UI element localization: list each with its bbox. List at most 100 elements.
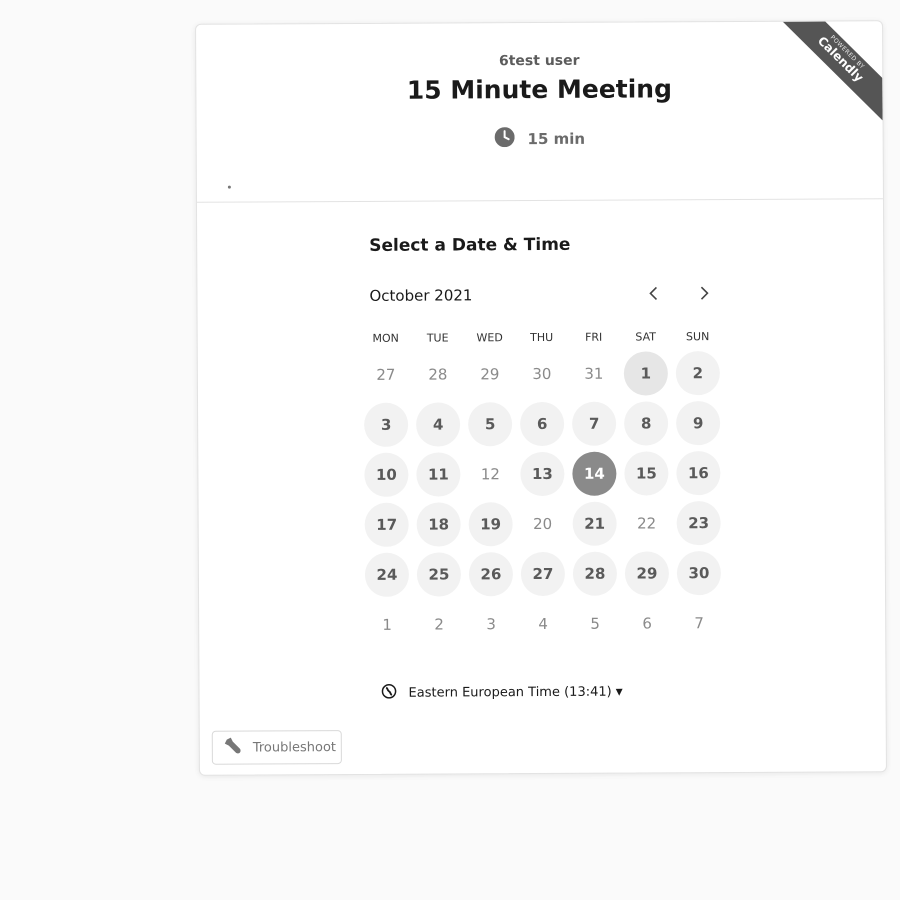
calendar-day[interactable]: 25	[413, 549, 465, 599]
calendar-day: 6	[621, 598, 673, 648]
calendar-day: 4	[517, 599, 569, 649]
booking-card: 6test user 15 Minute Meeting 15 min POWE…	[195, 20, 887, 776]
calendar-day[interactable]: 17	[361, 500, 413, 550]
calendar-day[interactable]: 9	[672, 398, 724, 448]
calendar-day-number: 13	[520, 451, 565, 497]
description-dot	[227, 185, 231, 189]
calendar-day[interactable]: 2	[672, 348, 724, 398]
calendar-day-number: 9	[676, 401, 721, 446]
calendar-day[interactable]: 21	[569, 499, 621, 549]
calendar-day-number: 29	[480, 365, 500, 384]
calendar-day-number: 28	[572, 551, 618, 596]
calendar-day[interactable]: 5	[464, 399, 516, 449]
calendar-day-number: 4	[538, 614, 548, 634]
calendar-day-number: 6	[642, 614, 652, 633]
troubleshoot-button[interactable]: Troubleshoot	[211, 730, 342, 765]
weekday-label: WED	[476, 331, 503, 345]
weekday-header: MON TUE WED THU FRI SAT SUN	[360, 330, 724, 345]
timezone-label: Eastern European Time (13:41)	[408, 684, 612, 701]
calendar-day-number: 11	[416, 452, 461, 497]
calendar-day[interactable]: 13	[516, 449, 568, 499]
calendar-day-number: 7	[572, 401, 617, 446]
timezone-selector[interactable]: Eastern European Time (13:41) ▼	[381, 683, 623, 703]
calendar-day-number: 30	[676, 551, 722, 596]
next-month-button[interactable]	[691, 280, 717, 306]
weekday-label: THU	[530, 330, 554, 345]
prev-month-button[interactable]	[640, 280, 666, 306]
weekday-label: MON	[372, 331, 399, 345]
calendar-day-number: 27	[376, 365, 396, 384]
weekday-label: TUE	[426, 331, 449, 345]
calendar-day-number: 4	[416, 402, 461, 447]
duration-label: 15 min	[527, 129, 586, 149]
calendar-day[interactable]: 26	[465, 549, 517, 599]
section-title: Select a Date & Time	[369, 234, 571, 256]
calendar-day[interactable]: 24	[361, 550, 413, 600]
calendar-day: 30	[516, 349, 568, 399]
calendar-day-number: 10	[364, 452, 409, 497]
calendar-day-number: 22	[637, 514, 657, 533]
calendar-day-number: 1	[382, 615, 392, 634]
calendar-day-number: 23	[676, 501, 721, 546]
calendar-day-number: 16	[676, 451, 721, 496]
chevron-right-icon	[700, 286, 709, 300]
calendar-day-number: 28	[428, 365, 448, 384]
calendar-day-number: 20	[533, 514, 553, 534]
calendar-day[interactable]: 11	[412, 449, 464, 499]
calendar-day-number: 30	[532, 364, 552, 384]
calendar-day: 29	[464, 349, 516, 399]
calendar-day: 27	[360, 350, 412, 400]
calendar-day[interactable]: 29	[621, 548, 673, 598]
month-label: October 2021	[369, 286, 473, 305]
calendar-day[interactable]: 18	[413, 499, 465, 549]
weekday-label: SAT	[635, 330, 656, 344]
calendar-day-number: 14	[572, 451, 617, 496]
calendar-day-number: 2	[434, 615, 444, 634]
calendar-day[interactable]: 6	[516, 399, 568, 449]
calendar-day-number: 29	[624, 551, 670, 596]
calendar-day[interactable]: 15	[620, 448, 672, 498]
calendar-day[interactable]: 23	[673, 498, 725, 548]
calendar-day-number: 3	[364, 402, 409, 447]
calendar-day[interactable]: 19	[465, 499, 517, 549]
calendar-day[interactable]: 16	[672, 448, 724, 498]
calendar-day-selected[interactable]: 14	[568, 449, 620, 499]
calendar-day[interactable]: 4	[412, 399, 464, 449]
calendar-day: 3	[465, 599, 517, 649]
calendar-day: 2	[413, 599, 465, 649]
wrench-icon	[223, 735, 245, 761]
calendar-day: 31	[568, 349, 620, 399]
calendar-day-number: 5	[590, 614, 600, 633]
calendar-day[interactable]: 3	[360, 400, 412, 450]
calendar-day-number: 8	[624, 401, 669, 446]
weekday-label: FRI	[585, 330, 603, 344]
calendar-day-number: 1	[623, 351, 668, 396]
calendar-day: 1	[361, 600, 413, 650]
calendar-day-number: 6	[520, 401, 565, 447]
powered-by-ribbon[interactable]: POWERED BY Calendly	[778, 21, 883, 126]
calendar-day: 12	[464, 449, 516, 499]
calendar-day-number: 24	[364, 552, 410, 597]
calendar-day-number: 12	[480, 465, 500, 484]
calendar-day-number: 27	[520, 551, 566, 597]
clock-icon	[494, 127, 515, 151]
calendar-day[interactable]: 10	[360, 450, 412, 500]
calendar-day-number: 7	[694, 614, 704, 633]
calendar-day[interactable]: 27	[517, 549, 569, 599]
event-duration: 15 min	[197, 125, 883, 153]
event-header: 6test user 15 Minute Meeting 15 min POWE…	[196, 21, 883, 203]
calendar-day[interactable]: 28	[569, 549, 621, 599]
calendar-day-number: 17	[364, 502, 409, 547]
calendar-day[interactable]: 7	[568, 399, 620, 449]
calendar-day-number: 25	[416, 552, 462, 597]
calendar-day-number: 31	[584, 364, 604, 383]
calendar-day-number: 19	[468, 502, 513, 547]
caret-down-icon: ▼	[615, 687, 623, 698]
calendar-day[interactable]: 1	[620, 348, 672, 398]
calendar-day[interactable]: 8	[620, 398, 672, 448]
calendar-day-number: 18	[416, 502, 461, 547]
calendar-day[interactable]: 30	[673, 548, 725, 598]
calendar-day-number: 5	[468, 402, 513, 447]
calendar-day-number: 21	[572, 501, 617, 546]
calendar-day: 20	[517, 499, 569, 549]
